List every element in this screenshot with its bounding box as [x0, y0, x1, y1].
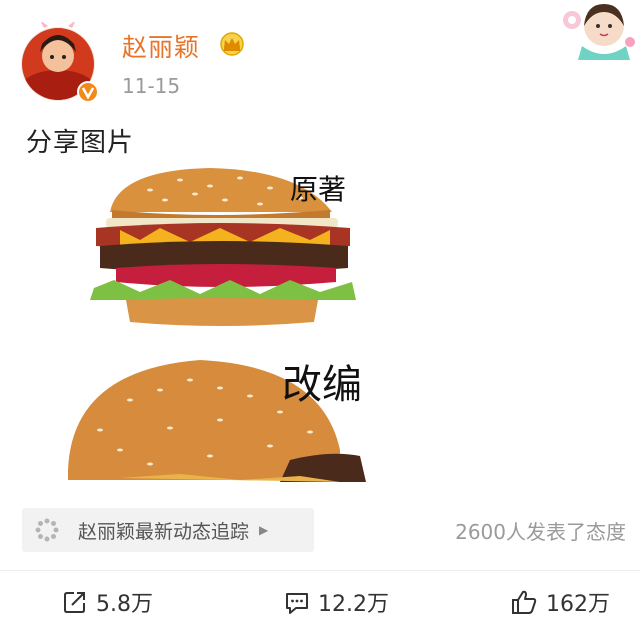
chevron-right-icon: ▶ — [259, 523, 269, 537]
share-count: 5.8万 — [96, 592, 153, 617]
like-button[interactable]: 162万 — [510, 584, 610, 620]
like-count: 162万 — [546, 592, 610, 617]
post-date: 11-15 — [122, 74, 181, 98]
avatar[interactable] — [20, 22, 104, 106]
share-icon — [64, 592, 85, 613]
thumbs-up-icon — [512, 590, 537, 614]
comment-icon — [286, 593, 308, 614]
topic-chip[interactable]: 赵丽颖最新动态追踪 ▶ — [22, 508, 314, 552]
crown-icon — [220, 32, 244, 56]
decoration-sticker — [563, 4, 635, 60]
post-image[interactable] — [60, 160, 400, 490]
comment-count: 12.2万 — [318, 592, 389, 617]
post-text: 分享图片 — [26, 128, 135, 158]
caption-adaptation: 改编 — [282, 362, 362, 408]
author-name[interactable]: 赵丽颖 — [122, 28, 200, 64]
reaction-summary[interactable]: 2600人发表了态度 — [455, 516, 626, 545]
comment-button[interactable]: 12.2万 — [284, 584, 389, 620]
topic-label: 赵丽颖最新动态追踪 — [78, 520, 250, 543]
loading-dots-icon — [35, 518, 59, 542]
divider — [0, 570, 640, 571]
caption-original: 原著 — [290, 173, 347, 206]
share-button[interactable]: 5.8万 — [62, 584, 153, 620]
